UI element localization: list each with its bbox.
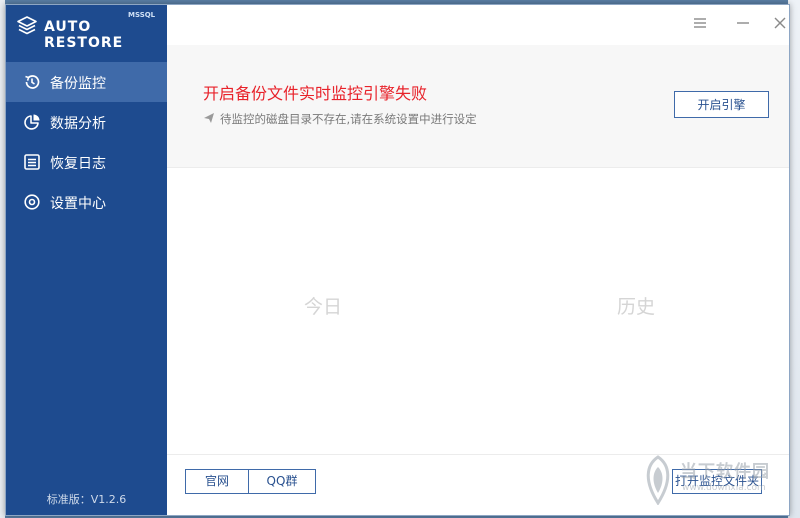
sidebar-item-restore-log[interactable]: 恢复日志: [6, 142, 167, 182]
layers-icon: [17, 16, 37, 35]
official-site-button[interactable]: 官网: [185, 469, 249, 494]
app-logo: AUTO RESTORE MSSQL: [16, 11, 161, 51]
alert-message-row: 待监控的磁盘目录不存在,请在系统设置中进行设定: [203, 111, 477, 127]
history-panel-label: 历史: [617, 296, 656, 318]
alert-message: 待监控的磁盘目录不存在,请在系统设置中进行设定: [220, 112, 477, 126]
sidebar-item-data-analysis[interactable]: 数据分析: [6, 102, 167, 142]
version-label: 标准版：V1.2.6: [46, 493, 127, 506]
sidebar-nav: 备份监控 数据分析 恢复日志 设置中心: [6, 62, 167, 222]
sidebar-item-backup-monitor[interactable]: 备份监控: [6, 62, 167, 102]
app-window: AUTO RESTORE MSSQL 备份监控 数据分析 恢复日志 设置中心 标…: [5, 4, 790, 516]
sidebar-item-label: 备份监控: [50, 76, 106, 92]
alert-title: 开启备份文件实时监控引擎失败: [203, 84, 428, 103]
sidebar-item-label: 设置中心: [50, 196, 106, 212]
sidebar-item-label: 数据分析: [50, 116, 106, 132]
app-subtitle: MSSQL: [128, 11, 156, 19]
menu-icon[interactable]: [690, 13, 710, 33]
sidebar: AUTO RESTORE MSSQL 备份监控 数据分析 恢复日志 设置中心 标…: [6, 5, 167, 515]
list-icon: [24, 154, 40, 170]
start-engine-button[interactable]: 开启引擎: [674, 91, 769, 118]
close-icon[interactable]: [770, 13, 790, 33]
sidebar-item-label: 恢复日志: [50, 156, 106, 172]
main-content: 开启备份文件实时监控引擎失败 待监控的磁盘目录不存在,请在系统设置中进行设定 开…: [167, 5, 789, 515]
pie-chart-icon: [24, 114, 40, 130]
app-title: AUTO RESTORE: [44, 19, 124, 51]
engine-alert-panel: 开启备份文件实时监控引擎失败 待监控的磁盘目录不存在,请在系统设置中进行设定 开…: [167, 45, 789, 168]
today-panel-label: 今日: [304, 296, 343, 318]
qq-group-button[interactable]: QQ群: [249, 469, 316, 494]
history-icon: [25, 75, 40, 89]
open-monitor-folder-button[interactable]: 打开监控文件夹: [672, 469, 762, 494]
footer-bar: 官网 QQ群 打开监控文件夹: [167, 454, 789, 516]
send-icon: [204, 113, 214, 123]
gear-icon: [24, 194, 40, 210]
sidebar-item-settings[interactable]: 设置中心: [6, 182, 167, 222]
minimize-icon[interactable]: [733, 13, 753, 33]
